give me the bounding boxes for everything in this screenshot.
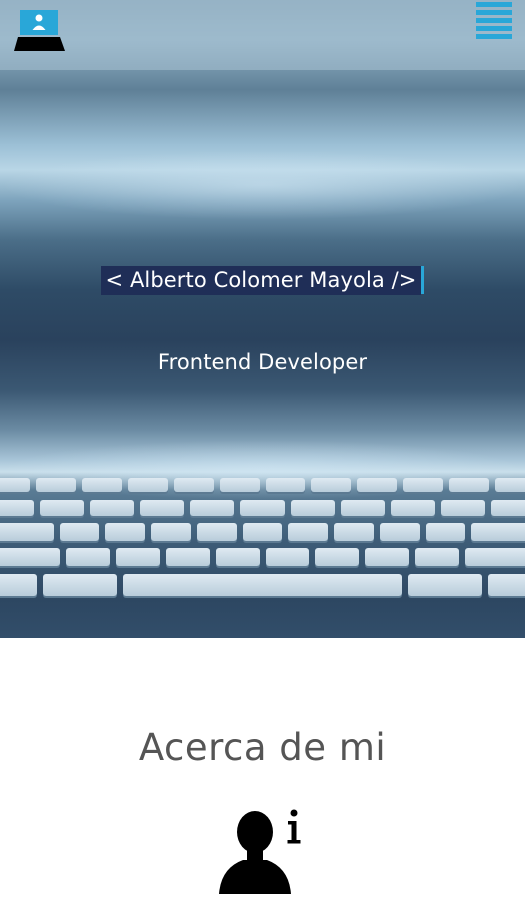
top-navbar bbox=[0, 0, 525, 70]
laptop-user-icon[interactable] bbox=[14, 10, 66, 52]
about-section-title: Acerca de mi bbox=[138, 726, 387, 769]
hero-keyboard-image bbox=[0, 478, 525, 618]
hero-title: < Alberto Colomer Mayola /> bbox=[0, 266, 525, 295]
hero-section bbox=[0, 0, 525, 638]
hero-title-text: < Alberto Colomer Mayola /> bbox=[101, 266, 421, 295]
person-info-icon bbox=[217, 804, 307, 896]
hamburger-menu-icon[interactable] bbox=[474, 2, 512, 40]
typing-cursor bbox=[420, 266, 424, 294]
hero-subtitle: Frontend Developer bbox=[157, 350, 368, 374]
hero-background-highlight bbox=[0, 150, 525, 220]
